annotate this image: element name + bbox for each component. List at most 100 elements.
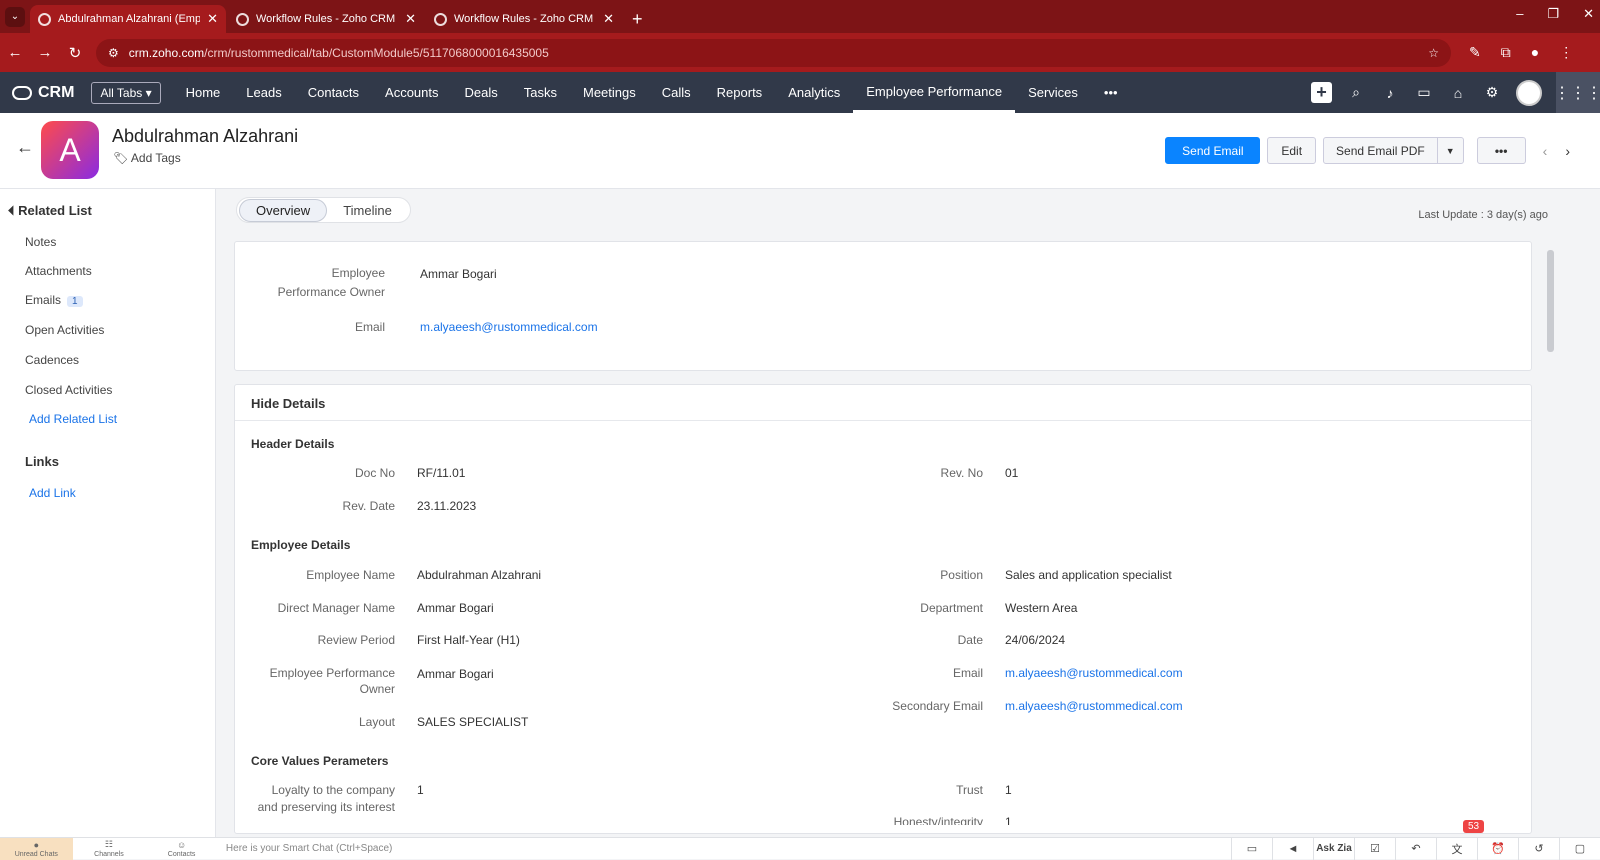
contacts-button[interactable]: ☺ Contacts	[145, 838, 218, 860]
calendar-icon[interactable]: ▭	[1414, 84, 1434, 101]
close-window-icon[interactable]: ✕	[1583, 6, 1594, 22]
previous-record-icon[interactable]: ‹	[1543, 143, 1548, 159]
translate-icon[interactable]: 文	[1436, 837, 1477, 860]
nav-leads[interactable]: Leads	[233, 72, 294, 113]
announcement-icon[interactable]: ◄	[1272, 837, 1313, 860]
history-icon[interactable]: ↺	[1518, 837, 1559, 860]
scrollbar-thumb[interactable]	[1547, 250, 1554, 352]
send-email-pdf-button[interactable]: Send Email PDF ▼	[1323, 137, 1464, 164]
browser-tab[interactable]: Workflow Rules - Zoho CRM ✕	[228, 5, 424, 33]
url-field[interactable]: ⚙ crm.zoho.com/crm/rustommedical/tab/Cus…	[96, 38, 1451, 67]
alarm-icon[interactable]: ⏰	[1477, 837, 1518, 860]
nav-home[interactable]: Home	[173, 72, 234, 113]
crm-logo[interactable]: CRM	[12, 84, 74, 102]
create-plus-icon[interactable]: +	[1311, 82, 1332, 103]
related-list-sidebar: ⏴ Related List Notes Attachments Emails 1…	[0, 189, 216, 837]
employee-details-heading: Employee Details	[251, 538, 351, 552]
chevron-down-icon[interactable]: ▼	[1436, 138, 1463, 163]
email-link[interactable]: m.alyaeesh@rustommedical.com	[420, 320, 598, 334]
detail-email-link[interactable]: m.alyaeesh@rustommedical.com	[1005, 666, 1183, 680]
browser-tab[interactable]: Abdulrahman Alzahrani (Emplo ✕	[30, 5, 226, 33]
related-list-heading[interactable]: ⏴ Related List	[8, 203, 92, 219]
last-update-text: Last Update : 3 day(s) ago	[1418, 209, 1548, 221]
nav-deals[interactable]: Deals	[452, 72, 511, 113]
sidebar-item-emails[interactable]: Emails 1	[25, 293, 83, 307]
search-icon[interactable]: ⌕	[1346, 84, 1366, 101]
sidebar-item-open-activities[interactable]: Open Activities	[25, 323, 104, 337]
back-arrow-icon[interactable]: ←	[16, 137, 34, 158]
secondary-email-link[interactable]: m.alyaeesh@rustommedical.com	[1005, 699, 1183, 713]
owner-label-line2: Performance Owner	[277, 285, 385, 299]
bottom-tools: ▭ ◄ Ask Zia ☑ ↶ 文 ⏰ ↺ ▢	[1231, 837, 1600, 860]
owner-value[interactable]: Ammar Bogari	[420, 267, 497, 281]
nav-services[interactable]: Services	[1015, 72, 1091, 113]
sidebar-item-cadences[interactable]: Cadences	[25, 353, 79, 367]
send-email-pdf-label: Send Email PDF	[1336, 143, 1425, 158]
url-host: crm.zoho.com	[128, 45, 205, 60]
pen-icon[interactable]: ✎	[1469, 44, 1481, 61]
gear-icon[interactable]: ⚙	[1482, 84, 1502, 101]
record-header: ← A Abdulrahman Alzahrani 🏷 Add Tags Sen…	[0, 113, 1600, 189]
user-avatar[interactable]	[1516, 79, 1542, 106]
zoho-favicon-icon	[434, 12, 447, 26]
add-related-list-link[interactable]: Add Related List	[29, 412, 117, 426]
edit-button[interactable]: Edit	[1267, 137, 1317, 164]
browser-tab[interactable]: Workflow Rules - Zoho CRM ✕	[426, 5, 622, 33]
epo-value[interactable]: Ammar Bogari	[417, 667, 494, 681]
minimize-icon[interactable]: –	[1516, 6, 1523, 22]
nav-reports[interactable]: Reports	[704, 72, 776, 113]
browser-tab-title: Workflow Rules - Zoho CRM	[454, 13, 594, 25]
bookmark-star-icon[interactable]: ☆	[1428, 46, 1439, 60]
forward-icon[interactable]: →	[30, 44, 60, 61]
more-actions-button[interactable]: •••	[1476, 137, 1526, 164]
send-email-button[interactable]: Send Email	[1165, 137, 1261, 164]
nav-calls[interactable]: Calls	[649, 72, 704, 113]
kebab-menu-icon[interactable]: ⋮	[1559, 44, 1573, 61]
check-icon[interactable]: ☑	[1354, 837, 1395, 860]
smart-chat-input[interactable]: Here is your Smart Chat (Ctrl+Space)	[226, 843, 1231, 854]
unread-chats-label: Unread Chats	[14, 850, 58, 858]
undo-icon[interactable]: ↶	[1395, 837, 1436, 860]
add-link-link[interactable]: Add Link	[29, 486, 76, 500]
page-scrollbar[interactable]	[1544, 244, 1556, 822]
apps-grid-icon[interactable]: ⋮⋮⋮	[1554, 72, 1600, 113]
tab-overview[interactable]: Overview	[239, 198, 328, 222]
nav-meetings[interactable]: Meetings	[570, 72, 649, 113]
channels-button[interactable]: ☷ Channels	[73, 838, 146, 860]
hide-details-toggle[interactable]: Hide Details	[235, 385, 1531, 421]
browser-tab-bar: ⌄ Abdulrahman Alzahrani (Emplo ✕ Workflo…	[0, 0, 1600, 33]
bell-icon[interactable]: ♪	[1380, 85, 1400, 101]
all-tabs-button[interactable]: All Tabs ▾	[91, 81, 161, 104]
add-tags-button[interactable]: 🏷 Add Tags	[113, 151, 181, 165]
doc-no-value: RF/11.01	[417, 466, 466, 480]
sidebar-item-attachments[interactable]: Attachments	[25, 264, 92, 278]
tab-list-button[interactable]: ⌄	[0, 0, 30, 33]
close-tab-icon[interactable]: ✕	[207, 11, 218, 27]
nav-tasks[interactable]: Tasks	[511, 72, 570, 113]
tab-timeline[interactable]: Timeline	[327, 200, 408, 221]
screen-share-icon[interactable]: ▭	[1231, 837, 1272, 860]
nav-more[interactable]: •••	[1091, 72, 1131, 113]
nav-accounts[interactable]: Accounts	[372, 72, 451, 113]
back-icon[interactable]: ←	[0, 44, 30, 61]
nav-contacts[interactable]: Contacts	[295, 72, 372, 113]
profile-icon[interactable]: ●	[1531, 44, 1539, 61]
restore-icon[interactable]: ❐	[1547, 6, 1559, 22]
marketplace-icon[interactable]: ⌂	[1448, 85, 1468, 101]
close-tab-icon[interactable]: ✕	[405, 11, 416, 27]
ask-zia-button[interactable]: Ask Zia	[1313, 837, 1354, 860]
next-record-icon[interactable]: ›	[1565, 143, 1570, 159]
nav-employee-performance[interactable]: Employee Performance	[853, 72, 1016, 113]
extensions-icon[interactable]: ⧉	[1501, 44, 1511, 61]
reload-icon[interactable]: ↻	[60, 44, 90, 62]
new-tab-button[interactable]: +	[624, 5, 651, 33]
sidebar-item-closed-activities[interactable]: Closed Activities	[25, 383, 112, 397]
collapse-icon[interactable]: ⏴	[8, 203, 15, 218]
site-info-icon[interactable]: ⚙	[108, 46, 119, 60]
notification-badge: 53	[1463, 820, 1485, 833]
unread-chats-button[interactable]: ● Unread Chats	[0, 837, 73, 860]
sidebar-item-notes[interactable]: Notes	[25, 235, 56, 249]
chat-bubble-icon[interactable]: ▢	[1559, 837, 1600, 860]
nav-analytics[interactable]: Analytics	[775, 72, 853, 113]
close-tab-icon[interactable]: ✕	[603, 11, 614, 27]
